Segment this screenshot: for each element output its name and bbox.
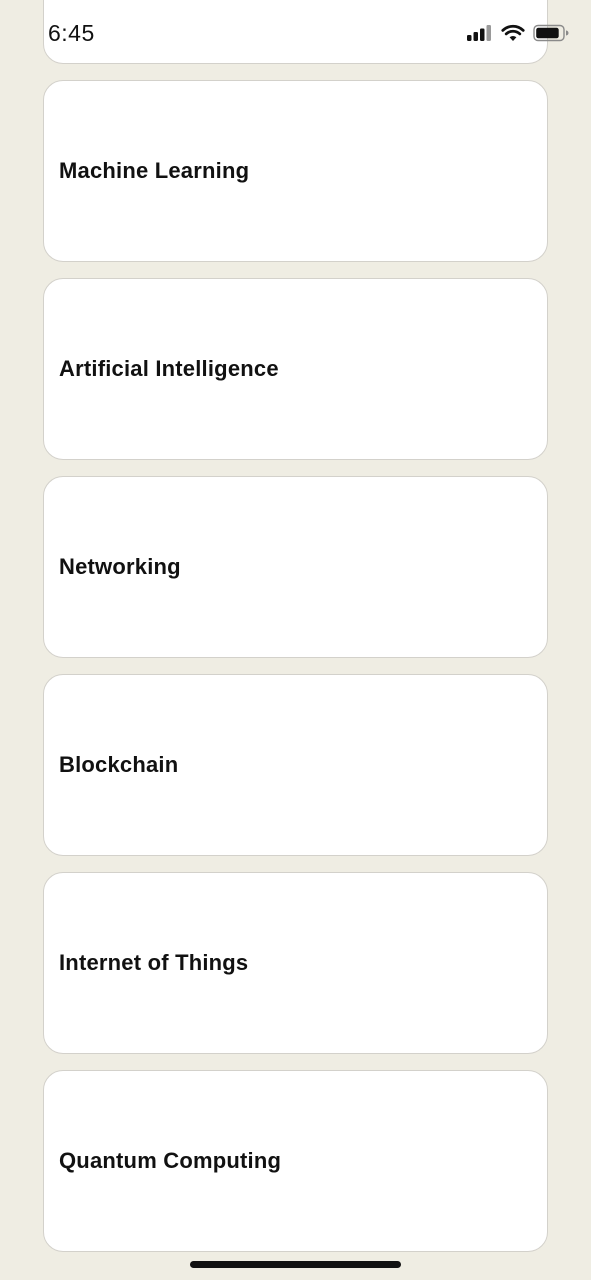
wifi-icon	[501, 24, 525, 42]
topic-card-blockchain[interactable]: Blockchain	[43, 674, 548, 856]
topic-title: Internet of Things	[59, 950, 249, 975]
topic-title: Blockchain	[59, 752, 179, 777]
status-bar: 6:45	[0, 0, 591, 72]
topic-title: Artificial Intelligence	[59, 356, 279, 381]
topic-card-networking[interactable]: Networking	[43, 476, 548, 658]
topic-title: Quantum Computing	[59, 1148, 282, 1173]
topic-card-quantum-computing[interactable]: Quantum Computing	[43, 1070, 548, 1252]
battery-icon	[533, 24, 569, 42]
topic-card-artificial-intelligence[interactable]: Artificial Intelligence	[43, 278, 548, 460]
status-time: 6:45	[48, 20, 95, 46]
topic-title: Networking	[59, 554, 181, 579]
topic-list: Machine Learning Artificial Intelligence…	[43, 0, 548, 1252]
topic-card-machine-learning[interactable]: Machine Learning	[43, 80, 548, 262]
status-icons	[467, 24, 569, 42]
home-indicator[interactable]	[190, 1261, 401, 1268]
cellular-signal-icon	[467, 24, 493, 42]
topic-card-internet-of-things[interactable]: Internet of Things	[43, 872, 548, 1054]
topic-title: Machine Learning	[59, 158, 250, 183]
